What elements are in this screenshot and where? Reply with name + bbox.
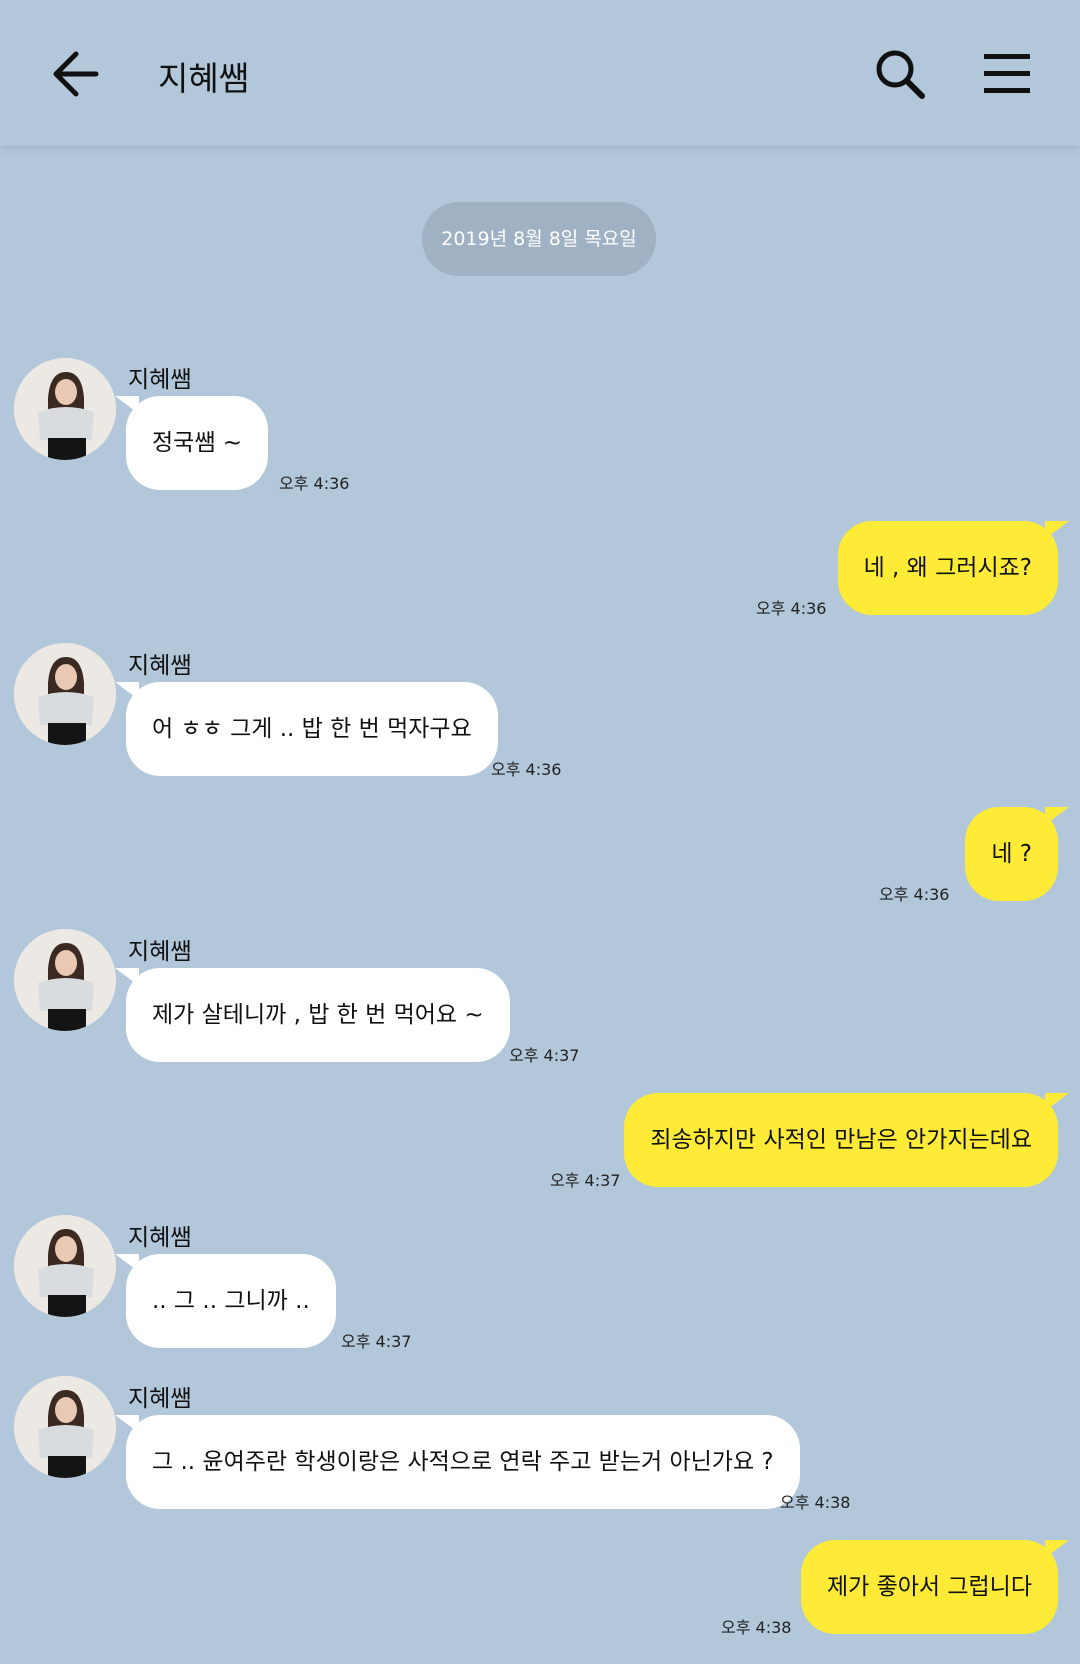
menu-button[interactable] [982, 52, 1032, 96]
bubble-tail [115, 1254, 139, 1272]
arrow-left-icon [53, 51, 99, 97]
sender-avatar[interactable] [14, 1215, 116, 1317]
message-text: 어 ㅎㅎ 그게 .. 밥 한 번 먹자구요 [152, 716, 472, 742]
message-time: 오후 4:37 [509, 1046, 580, 1065]
message-bubble-outgoing[interactable]: 죄송하지만 사적인 만남은 안가지는데요 [624, 1093, 1069, 1187]
sender-name: 지혜쌤 [128, 939, 192, 965]
hamburger-menu-icon [984, 54, 1030, 93]
message-time: 오후 4:36 [756, 599, 827, 618]
date-divider: 2019년 8월 8일 목요일 [422, 202, 656, 276]
message-time: 오후 4:36 [879, 885, 950, 904]
search-icon [876, 50, 925, 99]
bubble-tail [1045, 1540, 1069, 1558]
message-bubble-incoming[interactable]: 어 ㅎㅎ 그게 .. 밥 한 번 먹자구요 [115, 682, 498, 776]
sender-name: 지혜쌤 [128, 367, 192, 393]
sender-name: 지혜쌤 [128, 1386, 192, 1412]
sender-avatar[interactable] [14, 929, 116, 1031]
bubble-tail [1045, 521, 1069, 539]
message-time: 오후 4:38 [780, 1493, 851, 1512]
message-text: 그 .. 윤여주란 학생이랑은 사적으로 연락 주고 받는거 아닌가요 ? [152, 1449, 774, 1475]
message-text: 네 ? [991, 841, 1032, 867]
message-text: 제가 좋아서 그럽니다 [826, 1574, 1032, 1600]
message-bubble-incoming[interactable]: 그 .. 윤여주란 학생이랑은 사적으로 연락 주고 받는거 아닌가요 ? [115, 1415, 800, 1509]
bubble-tail [115, 682, 139, 700]
profile-photo [14, 643, 116, 745]
message-text: .. 그 .. 그니까 .. [152, 1288, 310, 1314]
message-time: 오후 4:36 [279, 474, 350, 493]
sender-avatar[interactable] [14, 358, 116, 460]
sender-name: 지혜쌤 [128, 653, 192, 679]
bubble-tail [115, 1415, 139, 1433]
profile-photo [14, 1376, 116, 1478]
message-bubble-incoming[interactable]: 제가 살테니까 , 밥 한 번 먹어요 ~ [115, 968, 510, 1062]
chat-title: 지혜쌤 [158, 59, 250, 98]
message-text: 네 , 왜 그러시죠? [863, 555, 1032, 581]
message-text: 제가 살테니까 , 밥 한 번 먹어요 ~ [152, 1002, 484, 1028]
back-button[interactable] [50, 48, 104, 100]
bubble-tail [115, 968, 139, 986]
message-time: 오후 4:37 [550, 1171, 621, 1190]
message-bubble-incoming[interactable]: 정국쌤 ~ [115, 396, 269, 490]
profile-photo [14, 1215, 116, 1317]
message-time: 오후 4:37 [341, 1332, 412, 1351]
bubble-tail [115, 396, 139, 414]
message-bubble-outgoing[interactable]: 제가 좋아서 그럽니다 [800, 1540, 1069, 1634]
message-text: 죄송하지만 사적인 만남은 안가지는데요 [650, 1127, 1032, 1153]
sender-avatar[interactable] [14, 1376, 116, 1478]
top-bar: 지혜쌤 [0, 0, 1080, 146]
bubble-tail [1045, 807, 1069, 825]
search-button[interactable] [874, 48, 928, 102]
message-bubble-incoming[interactable]: .. 그 .. 그니까 .. [115, 1254, 336, 1348]
message-time: 오후 4:38 [721, 1618, 792, 1637]
sender-name: 지혜쌤 [128, 1225, 192, 1251]
profile-photo [14, 358, 116, 460]
message-bubble-outgoing[interactable]: 네 ? [965, 807, 1069, 901]
sender-avatar[interactable] [14, 643, 116, 745]
message-text: 정국쌤 ~ [152, 430, 243, 456]
bubble-tail [1045, 1093, 1069, 1111]
message-time: 오후 4:36 [491, 760, 562, 779]
message-bubble-outgoing[interactable]: 네 , 왜 그러시죠? [837, 521, 1069, 615]
profile-photo [14, 929, 116, 1031]
